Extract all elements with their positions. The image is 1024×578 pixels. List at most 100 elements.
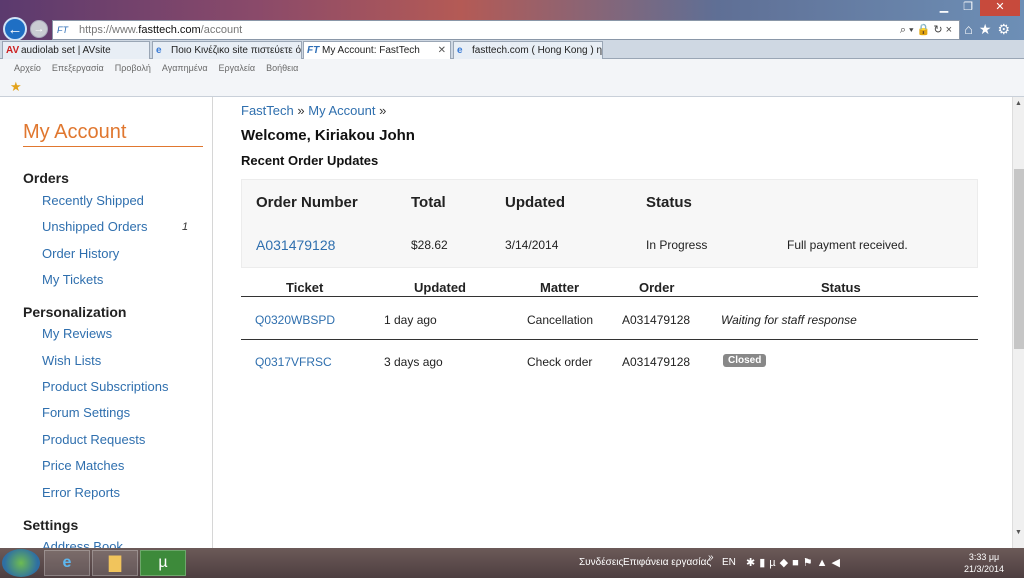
site-favicon: FT	[57, 25, 68, 35]
sidebar-item-my-tickets[interactable]: My Tickets	[42, 272, 103, 287]
folder-icon: ▇	[108, 555, 122, 572]
sidebar-item-forum-settings[interactable]: Forum Settings	[42, 405, 130, 420]
sidebar-item-product-subscriptions[interactable]: Product Subscriptions	[42, 379, 168, 394]
taskbar-desktop[interactable]: Επιφάνεια εργασίας	[623, 557, 711, 568]
sidebar-item-unshipped-orders[interactable]: Unshipped Orders	[42, 219, 148, 234]
add-favorite-icon[interactable]: ★	[10, 79, 22, 95]
back-button[interactable]: ←	[3, 17, 27, 41]
forward-button[interactable]: →	[30, 20, 48, 38]
explorer-taskbar-button[interactable]: ▇	[92, 550, 138, 576]
dropdown-icon[interactable]: ▾	[909, 24, 917, 36]
minimize-icon[interactable]: ▁	[932, 0, 956, 16]
utorrent-tray-icon[interactable]: µ	[769, 557, 779, 569]
order-number-link[interactable]: A031479128	[256, 237, 335, 253]
bluetooth-icon[interactable]: ✱	[746, 557, 759, 569]
menu-view[interactable]: Προβολή	[115, 59, 151, 77]
tab-label: Ποιο Κινέζικο site πιστεύετε ότ...	[171, 45, 302, 56]
sidebar-heading-settings: Settings	[23, 517, 79, 533]
order-note: Full payment received.	[787, 238, 908, 252]
browser-chrome: ▁ ❐ ✕ ⌂★⚙ ← → FT https://www.fasttech.co…	[0, 0, 1024, 97]
breadcrumb-separator: »	[379, 103, 387, 118]
tab-audiolab[interactable]: AV audiolab set | AVsite	[2, 41, 150, 59]
address-tools: ⌕▾🔒↻×	[900, 23, 955, 37]
scroll-thumb[interactable]	[1014, 169, 1024, 349]
sidebar-item-order-history[interactable]: Order History	[42, 246, 119, 261]
menu-file[interactable]: Αρχείο	[14, 59, 41, 77]
breadcrumb-current[interactable]: My Account	[308, 103, 375, 118]
restore-icon[interactable]: ❐	[956, 0, 980, 16]
scroll-up-icon[interactable]: ▲	[1015, 100, 1022, 107]
ticket-order: A031479128	[622, 355, 691, 369]
ie-icon: e	[62, 554, 72, 571]
address-url[interactable]: https://www.fasttech.com/account	[79, 24, 242, 36]
address-bar[interactable]: FT https://www.fasttech.com/account ⌕▾🔒↻…	[52, 20, 960, 40]
toolbar-expand-chevron[interactable]: »	[708, 552, 714, 563]
scroll-down-icon[interactable]: ▼	[1015, 529, 1022, 536]
sidebar-heading-personalization: Personalization	[23, 304, 127, 320]
lock-icon[interactable]: 🔒	[917, 24, 934, 36]
ticket-matter: Cancellation	[527, 313, 594, 327]
table-divider	[241, 339, 978, 340]
sidebar-item-product-requests[interactable]: Product Requests	[42, 432, 145, 447]
tab-kinezo[interactable]: e Ποιο Κινέζικο site πιστεύετε ότ...	[152, 41, 302, 59]
menu-favorites[interactable]: Αγαπημένα	[162, 59, 208, 77]
ticket-column-header: Ticket	[286, 280, 324, 295]
close-tab-icon[interactable]: ✕	[438, 42, 446, 59]
utorrent-taskbar-button[interactable]: µ	[140, 550, 186, 576]
order-summary: Order Number Total Updated Status A03147…	[241, 179, 978, 268]
favorites-bar: ★	[0, 77, 1024, 97]
tab-label: audiolab set | AVsite	[21, 45, 111, 56]
sidebar-item-recently-shipped[interactable]: Recently Shipped	[42, 193, 144, 208]
menu-bar: Αρχείο Επεξεργασία Προβολή Αγαπημένα Εργ…	[0, 59, 1024, 77]
status-badge-closed: Closed	[723, 354, 767, 367]
breadcrumb-home[interactable]: FastTech	[241, 103, 294, 118]
breadcrumb-separator: »	[297, 103, 305, 118]
menu-tools[interactable]: Εργαλεία	[219, 59, 256, 77]
volume-icon[interactable]: ◀	[832, 557, 844, 569]
tab-fasttech[interactable]: FT My Account: FastTech ✕	[303, 41, 451, 59]
tab-label: My Account: FastTech	[322, 45, 420, 56]
home-icon[interactable]: ⌂	[964, 21, 978, 37]
ticket-link[interactable]: Q0317VFRSC	[255, 355, 332, 369]
language-indicator[interactable]: EN	[722, 557, 736, 568]
network-icon[interactable]: ▮	[759, 557, 769, 569]
sidebar-item-wish-lists[interactable]: Wish Lists	[42, 353, 101, 368]
order-status: In Progress	[646, 238, 708, 252]
flag-icon[interactable]: ⚑	[803, 557, 817, 569]
order-updated: 3/14/2014	[505, 238, 559, 252]
tab-favicon: AV	[6, 45, 20, 56]
taskbar-links[interactable]: Συνδέσεις	[579, 557, 623, 568]
ie-taskbar-button[interactable]: e	[44, 550, 90, 576]
search-icon[interactable]: ⌕	[900, 24, 909, 36]
clock-time: 3:33 μμ	[968, 552, 1000, 562]
system-tray: ✱▮µ◆■⚑▲◀	[746, 556, 844, 569]
tab-favicon: e	[457, 45, 463, 56]
page-scrollbar[interactable]: ▲ ▼	[1012, 97, 1024, 548]
ticket-updated: 1 day ago	[384, 313, 437, 327]
refresh-icon[interactable]: ↻	[933, 24, 945, 36]
sidebar-item-my-reviews[interactable]: My Reviews	[42, 326, 112, 341]
menu-edit[interactable]: Επεξεργασία	[52, 59, 104, 77]
arrow-right-icon: →	[33, 23, 45, 35]
ticket-updated-header: Updated	[414, 280, 466, 295]
favorites-star-icon[interactable]: ★	[979, 21, 998, 37]
tab-fasttech-hk[interactable]: e fasttech.com ( Hong Kong ) η...	[453, 41, 603, 59]
sidebar-heading-orders: Orders	[23, 170, 69, 186]
ticket-updated: 3 days ago	[384, 355, 443, 369]
sidebar-item-error-reports[interactable]: Error Reports	[42, 485, 120, 500]
settings-gear-icon[interactable]: ⚙	[997, 21, 1016, 37]
signal-icon[interactable]: ▲	[817, 557, 832, 569]
close-window-icon[interactable]: ✕	[980, 0, 1020, 16]
stop-icon[interactable]: ×	[946, 24, 955, 36]
clock[interactable]: 3:33 μμ 21/3/2014	[964, 551, 1004, 575]
order-total: $28.62	[411, 238, 448, 252]
account-sidebar: My Account Orders Recently Shipped Unshi…	[0, 97, 213, 548]
shield-icon[interactable]: ◆	[780, 557, 792, 569]
sidebar-item-price-matches[interactable]: Price Matches	[42, 458, 124, 473]
order-number-header: Order Number	[256, 194, 358, 211]
sidebar-item-address-book[interactable]: Address Book	[42, 539, 123, 548]
ticket-link[interactable]: Q0320WBSPD	[255, 313, 335, 327]
menu-help[interactable]: Βοήθεια	[266, 59, 298, 77]
nvidia-icon[interactable]: ■	[792, 557, 803, 569]
start-button[interactable]	[2, 549, 40, 577]
